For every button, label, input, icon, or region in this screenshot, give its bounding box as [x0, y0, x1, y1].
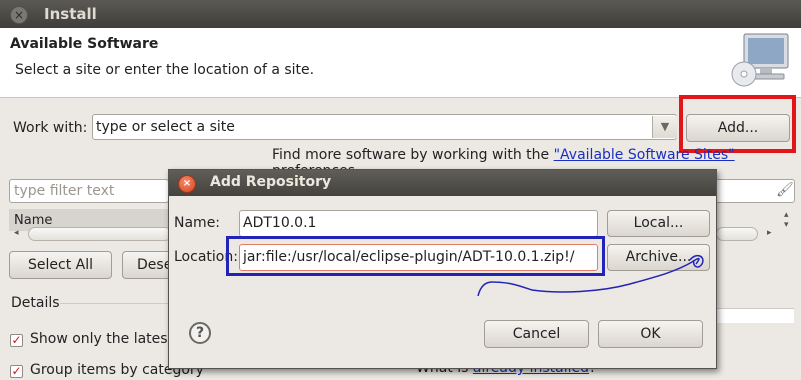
dialog-title: Add Repository: [210, 174, 332, 190]
monitor-cd-icon: [731, 33, 789, 87]
page-description: Select a site or enter the location of a…: [15, 62, 315, 78]
details-divider: [60, 303, 170, 304]
annotation-red-box: [679, 95, 796, 153]
name-value: ADT10.0.1: [243, 215, 317, 231]
horizontal-scrollbar-end[interactable]: [716, 227, 758, 241]
find-more-prefix: Find more software by working with the: [272, 147, 554, 163]
scroll-down-icon[interactable]: ▾: [784, 220, 789, 230]
scroll-right-icon[interactable]: ▸: [767, 228, 772, 238]
details-label: Details: [11, 295, 60, 311]
show-latest-checkbox[interactable]: ✓: [10, 334, 23, 347]
horizontal-scrollbar[interactable]: [28, 227, 172, 241]
chevron-down-icon[interactable]: ▼: [652, 116, 677, 138]
close-icon[interactable]: ×: [10, 6, 28, 24]
scroll-left-icon[interactable]: ◂: [14, 228, 19, 238]
page-title: Available Software: [10, 36, 159, 52]
clear-filter-icon[interactable]: 🖌: [776, 182, 794, 198]
ok-button[interactable]: OK: [598, 320, 703, 348]
local-button[interactable]: Local...: [607, 210, 710, 237]
help-icon[interactable]: ?: [189, 322, 211, 344]
cancel-button[interactable]: Cancel: [484, 320, 589, 348]
annotation-blue-scribble: [477, 254, 704, 297]
work-with-label: Work with:: [13, 120, 88, 136]
filter-placeholder: type filter text: [14, 183, 115, 199]
details-area: [716, 308, 794, 323]
available-sites-link[interactable]: "Available Software Sites": [554, 147, 735, 163]
select-all-button[interactable]: Select All: [9, 251, 112, 279]
site-combo-value: type or select a site: [96, 119, 235, 135]
name-label: Name:: [174, 215, 221, 231]
window-title: Install: [44, 5, 97, 23]
name-column-header[interactable]: Name: [14, 213, 52, 228]
scroll-up-icon[interactable]: ▴: [784, 210, 789, 220]
window-titlebar: [0, 0, 801, 28]
group-items-checkbox[interactable]: ✓: [10, 365, 23, 378]
dialog-close-icon[interactable]: ×: [178, 175, 196, 193]
show-latest-label: Show only the latest: [30, 331, 174, 347]
